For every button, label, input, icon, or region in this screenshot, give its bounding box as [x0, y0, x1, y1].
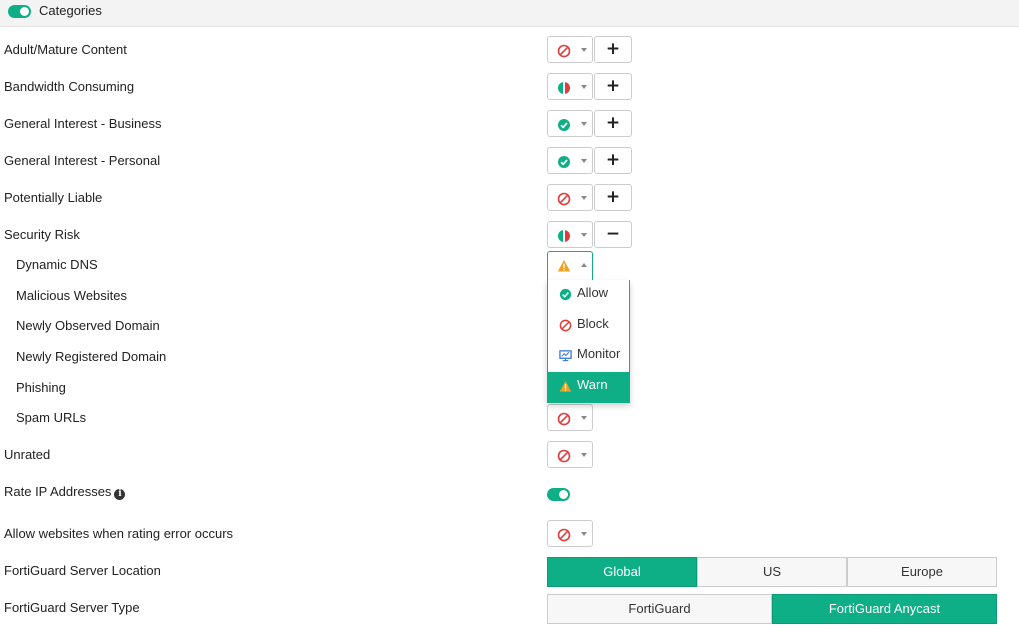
allow-icon [558, 156, 570, 168]
category-label-adult: Adult/Mature Content [4, 42, 127, 57]
menu-option-label: Monitor [577, 346, 621, 361]
collapse-button-security-risk[interactable]: − [594, 221, 632, 248]
menu-option-block[interactable]: Block [548, 311, 630, 341]
block-icon [557, 449, 571, 463]
server-location-europe-button[interactable]: Europe [847, 557, 997, 587]
chevron-down-icon [581, 453, 587, 457]
subcategory-label-spam: Spam URLs [16, 410, 87, 425]
rate-ip-label: Rate IP Addresses i [4, 484, 126, 500]
menu-option-monitor[interactable]: Monitor [548, 341, 630, 371]
action-select-adult[interactable] [547, 36, 593, 63]
action-select-security-risk[interactable] [547, 221, 593, 248]
server-location-us-button[interactable]: US [697, 557, 847, 587]
unrated-label: Unrated [4, 447, 51, 462]
category-label-business: General Interest - Business [4, 116, 162, 131]
action-select-unrated[interactable] [547, 441, 593, 468]
chevron-down-icon [581, 85, 587, 89]
menu-option-label: Block [577, 316, 609, 331]
menu-option-warn[interactable]: Warn [548, 372, 630, 402]
chevron-down-icon [581, 48, 587, 52]
action-select-business[interactable] [547, 110, 593, 137]
categories-header: Categories [0, 0, 1019, 27]
chevron-down-icon [581, 233, 587, 237]
category-label-bandwidth: Bandwidth Consuming [4, 79, 135, 94]
block-icon [557, 412, 571, 426]
chevron-down-icon [581, 159, 587, 163]
categories-toggle[interactable] [8, 5, 31, 18]
subcategory-label-newly-observed: Newly Observed Domain [16, 318, 160, 333]
server-location-global-button[interactable]: Global [547, 557, 697, 587]
categories-title: Categories [39, 3, 102, 18]
allow-icon [559, 288, 572, 301]
action-dropdown-menu: Allow Block Monitor Warn [547, 280, 630, 403]
chevron-up-icon [581, 263, 587, 267]
chevron-down-icon [581, 122, 587, 126]
server-location-label: FortiGuard Server Location [4, 563, 161, 578]
subcategory-label-newly-registered: Newly Registered Domain [16, 349, 167, 364]
warn-icon [559, 380, 572, 392]
rate-ip-label-text: Rate IP Addresses [4, 484, 112, 499]
rating-error-label: Allow websites when rating error occurs [4, 526, 234, 541]
category-label-personal: General Interest - Personal [4, 153, 161, 168]
mixed-action-icon [558, 230, 570, 242]
expand-button-adult[interactable]: + [594, 36, 632, 63]
server-type-fortiguard-button[interactable]: FortiGuard [547, 594, 772, 624]
action-select-liable[interactable] [547, 184, 593, 211]
chevron-down-icon [581, 196, 587, 200]
allow-icon [558, 119, 570, 131]
chevron-down-icon [581, 532, 587, 536]
menu-option-label: Allow [577, 285, 609, 300]
chevron-down-icon [581, 416, 587, 420]
block-icon [557, 528, 571, 542]
info-icon[interactable]: i [114, 489, 126, 500]
expand-button-bandwidth[interactable]: + [594, 73, 632, 100]
menu-option-label: Warn [577, 377, 608, 392]
expand-button-personal[interactable]: + [594, 147, 632, 174]
action-select-personal[interactable] [547, 147, 593, 174]
mixed-action-icon [558, 82, 570, 94]
subcategory-label-phishing: Phishing [16, 380, 66, 395]
server-type-anycast-button[interactable]: FortiGuard Anycast [772, 594, 997, 624]
category-label-liable: Potentially Liable [4, 190, 103, 205]
rate-ip-toggle[interactable] [547, 488, 570, 501]
expand-button-business[interactable]: + [594, 110, 632, 137]
block-icon [559, 319, 572, 332]
block-icon [557, 44, 571, 58]
action-select-dynamic-dns[interactable] [547, 251, 593, 280]
subcategory-label-dynamic-dns: Dynamic DNS [16, 257, 98, 272]
monitor-icon [559, 350, 572, 362]
category-label-security-risk: Security Risk [4, 227, 80, 242]
action-select-spam[interactable] [547, 404, 593, 431]
server-type-label: FortiGuard Server Type [4, 600, 140, 615]
action-select-rating-error[interactable] [547, 520, 593, 547]
warn-icon [557, 260, 571, 272]
block-icon [557, 192, 571, 206]
action-select-bandwidth[interactable] [547, 73, 593, 100]
subcategory-label-malicious: Malicious Websites [16, 288, 128, 303]
expand-button-liable[interactable]: + [594, 184, 632, 211]
menu-option-allow[interactable]: Allow [548, 280, 630, 310]
